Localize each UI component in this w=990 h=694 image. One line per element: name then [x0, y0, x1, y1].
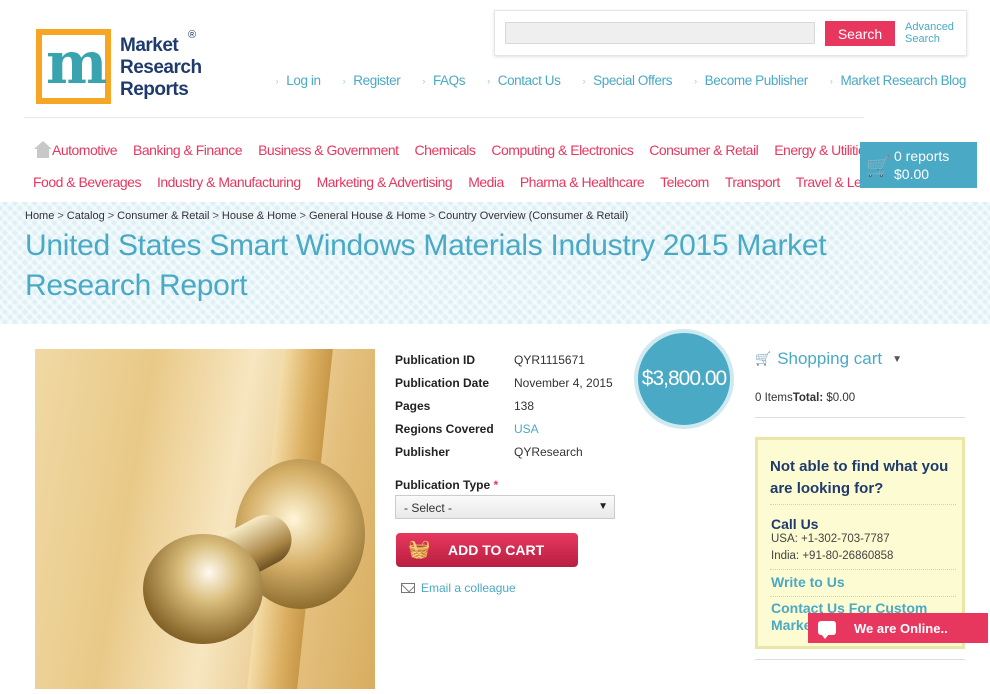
special-offers-link[interactable]: › Special Offers	[583, 73, 673, 88]
chevron-right-icon: ›	[422, 75, 425, 86]
breadcrumb: Home > Catalog > Consumer & Retail > House & H…	[25, 210, 629, 222]
search-box: Search Advanced Search	[494, 10, 967, 56]
breadcrumb-house-home[interactable]: House & Home	[222, 210, 297, 222]
india-phone: India: +91-80-26860858	[771, 550, 894, 562]
shopping-cart-toggle[interactable]: 🛒 Shopping cart ▼	[755, 349, 902, 369]
chevron-right-icon: ›	[582, 75, 586, 86]
publisher-name: QYResearch	[514, 444, 583, 459]
basket-icon: 🧺	[408, 539, 431, 559]
chevron-down-icon: ▼	[892, 353, 902, 365]
contact-us-link[interactable]: › Contact Us	[487, 73, 561, 88]
breadcrumb-country-overview[interactable]: Country Overview (Consumer & Retail)	[438, 210, 628, 222]
registered-mark: ®	[188, 29, 197, 41]
cart-icon: 🛒	[755, 351, 772, 366]
logo-mark: m	[36, 29, 111, 104]
breadcrumb-general-house-home[interactable]: General House & Home	[309, 210, 426, 222]
page-count: 138	[514, 398, 535, 413]
cart-report-count: 0 reports	[894, 148, 950, 164]
cart-icon: 🛒	[866, 156, 891, 178]
chevron-right-icon: ›	[275, 75, 279, 86]
chevron-right-icon: ›	[342, 75, 346, 86]
category-telecom[interactable]: Telecom	[660, 174, 709, 190]
publication-type-label: Publication Type *	[395, 478, 499, 492]
publication-type-select[interactable]: - Select - ▼	[395, 495, 615, 519]
detail-row: Pages 138	[395, 398, 535, 413]
detail-row: Publication Date November 4, 2015	[395, 375, 613, 390]
dropdown-arrow-icon: ▼	[598, 501, 608, 512]
category-automotive[interactable]: Automotive	[52, 142, 118, 158]
blog-link[interactable]: › Market Research Blog	[829, 73, 967, 88]
category-banking-finance[interactable]: Banking & Finance	[133, 142, 243, 158]
advanced-search-link[interactable]: Advanced Search	[905, 21, 965, 45]
register-link[interactable]: › Register	[343, 73, 401, 88]
divider	[770, 504, 956, 505]
usa-phone: USA: +1-302-703-7787	[771, 533, 890, 545]
breadcrumb-consumer-retail[interactable]: Consumer & Retail	[117, 210, 209, 222]
price-badge: $3,800.00	[634, 329, 734, 429]
category-transport[interactable]: Transport	[725, 174, 780, 190]
category-computing-electronics[interactable]: Computing & Electronics	[491, 142, 633, 158]
category-media[interactable]: Media	[468, 174, 504, 190]
cart-summary-button[interactable]: 🛒 0 reports $0.00	[860, 142, 977, 188]
category-consumer-retail[interactable]: Consumer & Retail	[649, 142, 759, 158]
publication-date: November 4, 2015	[514, 375, 613, 390]
chevron-right-icon: ›	[694, 75, 697, 86]
write-to-us-link[interactable]: Write to Us	[771, 574, 845, 590]
live-chat-widget[interactable]: We are Online..	[808, 613, 988, 643]
search-input[interactable]	[505, 22, 815, 44]
chevron-right-icon: ›	[829, 75, 833, 86]
chevron-right-icon: ›	[487, 75, 490, 86]
detail-row: Publisher QYResearch	[395, 444, 583, 459]
top-links: › Log in › Register › FAQs › Contact Us › Spe…	[276, 73, 967, 88]
category-nav: Automotive Banking & Finance Business & …	[24, 138, 890, 202]
category-energy-utilities[interactable]: Energy & Utilities	[774, 142, 872, 158]
region-link[interactable]: USA	[514, 422, 539, 436]
header-divider	[24, 117, 864, 118]
category-pharma-healthcare[interactable]: Pharma & Healthcare	[520, 174, 645, 190]
chat-bubble-icon	[818, 621, 836, 639]
page-title: United States Smart Windows Materials In…	[25, 229, 827, 302]
sidebar-divider	[755, 659, 965, 660]
help-question: Not able to find what you are looking fo…	[770, 458, 949, 497]
breadcrumb-catalog[interactable]: Catalog	[67, 210, 105, 222]
category-marketing-advertising[interactable]: Marketing & Advertising	[317, 174, 453, 190]
product-image	[35, 349, 375, 689]
cart-total: $0.00	[894, 166, 930, 182]
site-logo[interactable]: m Market Research Reports ®	[36, 29, 216, 107]
sidebar-divider	[755, 417, 965, 418]
divider	[770, 596, 956, 597]
publication-details: Publication ID QYR1115671 Publication Da…	[395, 348, 613, 463]
detail-row: Regions Covered USA	[395, 421, 539, 436]
category-food-beverages[interactable]: Food & Beverages	[33, 174, 141, 190]
logo-wordmark: Market Research Reports	[120, 35, 202, 100]
category-chemicals[interactable]: Chemicals	[415, 142, 476, 158]
detail-row: Publication ID QYR1115671	[395, 352, 585, 367]
category-industry-manufacturing[interactable]: Industry & Manufacturing	[157, 174, 301, 190]
login-link[interactable]: › Log in	[276, 73, 321, 88]
cart-items-summary: 0 ItemsTotal: $0.00	[755, 392, 856, 404]
title-banner: Home > Catalog > Consumer & Retail > House & H…	[0, 202, 990, 324]
envelope-icon	[401, 583, 415, 593]
category-business-government[interactable]: Business & Government	[258, 142, 399, 158]
call-us-heading: Call Us	[771, 516, 819, 532]
add-to-cart-button[interactable]: 🧺 ADD TO CART	[396, 533, 578, 567]
faqs-link[interactable]: › FAQs	[422, 73, 465, 88]
divider	[770, 569, 956, 570]
search-button[interactable]: Search	[825, 21, 895, 46]
email-colleague-link[interactable]: Email a colleague	[401, 581, 516, 595]
become-publisher-link[interactable]: › Become Publisher	[694, 73, 808, 88]
publication-id: QYR1115671	[514, 352, 585, 367]
breadcrumb-home[interactable]: Home	[25, 210, 54, 222]
